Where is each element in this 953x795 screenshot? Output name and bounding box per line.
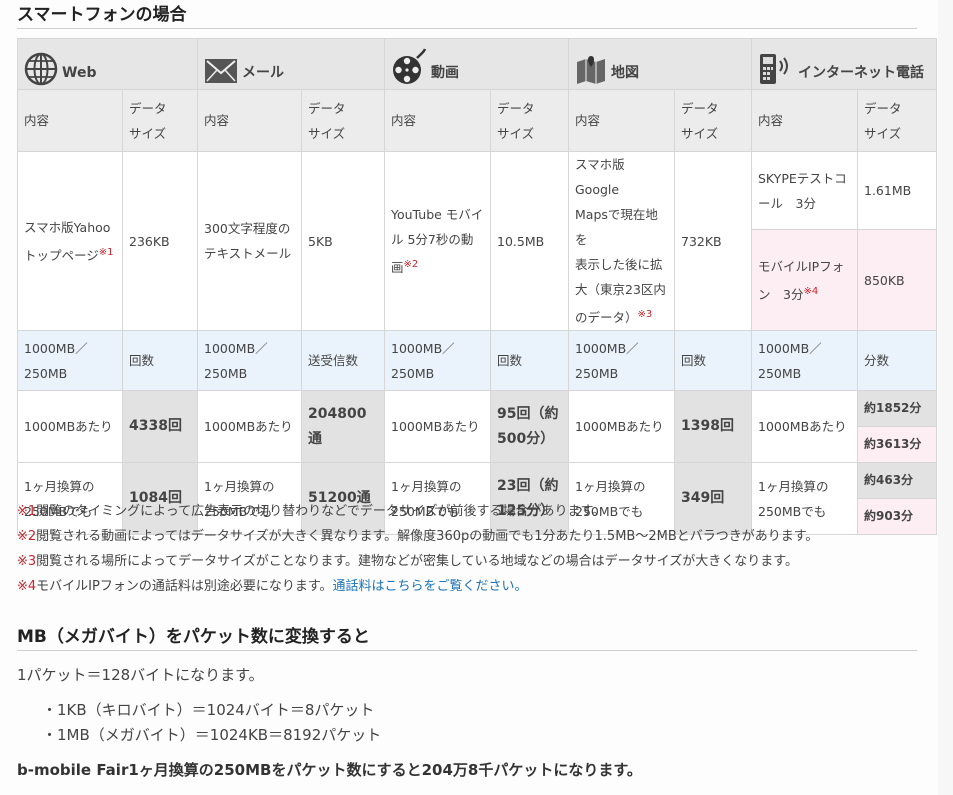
plan-unit: 回数: [674, 330, 752, 392]
per-1000mb-label: 1000MBあたり: [197, 390, 302, 464]
data-usage-table: Web メール 動画 地図 インターネット電話 内容 データ サイズ 内容 デー…: [17, 38, 937, 536]
per-1000mb-row: 1000MBあたり 4338回 1000MBあたり 204800 通 1000MB…: [17, 390, 937, 464]
category-label: 動画: [431, 65, 459, 81]
column-header-row: 内容 データ サイズ 内容 データ サイズ 内容 データ サイズ 内容 データ サイズ …: [17, 89, 937, 152]
per-1000mb-label: 1000MBあたり: [751, 390, 858, 464]
per-1000mb-phone-mobileip: 約3613分: [857, 426, 937, 464]
conversion-item: ・1KB（キロバイト）＝1024バイト＝8パケット: [42, 701, 375, 719]
map-icon: [577, 56, 605, 84]
phone-skype-content: SKYPEテストコ ール 3分: [751, 150, 858, 231]
monthly-phone-mobileip: 約903分: [857, 498, 937, 536]
footnote: ※2閲覧される動画によってはデータサイズが大きく異なります。解像度360pの動画…: [17, 529, 819, 544]
per-1000mb-phone-skype: 約1852分: [857, 390, 937, 428]
plan-label: 1000MB／ 250MB: [17, 330, 123, 392]
footnote: ※1閲覧のタイミングによって広告表示の切り替わりなどでデータサイズが前後する場合…: [17, 504, 606, 519]
plan-label: 1000MB／ 250MB: [197, 330, 302, 392]
web-size: 236KB: [122, 150, 198, 332]
plan-unit: 分数: [857, 330, 937, 392]
web-content: スマホ版Yahoo トップページ※1: [17, 150, 123, 332]
page: スマートフォンの場合 Web メール 動画 地図 インターネット電話 内容 デー…: [0, 0, 938, 795]
per-1000mb-video: 95回（約 500分）: [490, 390, 569, 464]
video-size: 10.5MB: [490, 150, 569, 332]
content-header: 内容: [384, 89, 491, 152]
category-video: 動画: [384, 38, 569, 90]
footnote: ※4モバイルIPフォンの通話料は別途必要になります。通話料はこちらをご覧ください…: [17, 579, 528, 594]
per-1000mb-label: 1000MBあたり: [17, 390, 123, 464]
size-header: データ サイズ: [490, 89, 569, 152]
per-1000mb-label: 1000MBあたり: [384, 390, 491, 464]
content-header: 内容: [197, 89, 302, 152]
category-map: 地図: [568, 38, 752, 90]
category-label: Web: [62, 65, 97, 81]
per-1000mb-web: 4338回: [122, 390, 198, 464]
mail-size: 5KB: [301, 150, 385, 332]
call-rate-link[interactable]: 通話料はこちらをご覧ください。: [333, 579, 528, 594]
film-reel-icon: [393, 48, 427, 84]
mail-content: 300文字程度の テキストメール: [197, 150, 302, 332]
content-row: スマホ版Yahoo トップページ※1 236KB 300文字程度の テキストメール …: [17, 150, 937, 332]
footnotes: ※1閲覧のタイミングによって広告表示の切り替わりなどでデータサイズが前後する場合…: [17, 499, 818, 599]
map-content: スマホ版Google Mapsで現在地を 表示した後に拡 大（東京23区内 のデータ）※…: [568, 150, 675, 332]
size-header: データ サイズ: [674, 89, 752, 152]
conversion-title: MB（メガバイト）をパケット数に変換すると: [17, 624, 917, 651]
category-label: 地図: [611, 65, 639, 81]
per-1000mb-label: 1000MBあたり: [568, 390, 675, 464]
plan-unit: 送受信数: [301, 330, 385, 392]
video-content: YouTube モバイル 5分7秒の動 画※2: [384, 150, 491, 332]
map-size: 732KB: [674, 150, 752, 332]
phone-skype-size: 1.61MB: [857, 150, 937, 231]
plan-unit: 回数: [122, 330, 198, 392]
plan-label: 1000MB／ 250MB: [384, 330, 491, 392]
category-label: インターネット電話: [798, 65, 924, 81]
size-header: データ サイズ: [122, 89, 198, 152]
category-web: Web: [17, 38, 198, 90]
conversion-intro: 1パケット＝128バイトになります。: [17, 666, 264, 684]
plan-label: 1000MB／ 250MB: [751, 330, 858, 392]
content-header: 内容: [17, 89, 123, 152]
conversion-summary: b-mobile Fair1ヶ月換算の250MBをパケット数にすると204万8千…: [17, 761, 642, 779]
category-header-row: Web メール 動画 地図 インターネット電話: [17, 38, 937, 90]
size-header: データ サイズ: [857, 89, 937, 152]
category-phone: インターネット電話: [751, 38, 937, 90]
per-1000mb-map: 1398回: [674, 390, 752, 464]
category-label: メール: [242, 65, 284, 81]
size-header: データ サイズ: [301, 89, 385, 152]
conversion-item: ・1MB（メガバイト）＝1024KB＝8192パケット: [42, 726, 382, 744]
phone-icon: [760, 54, 788, 84]
footnote: ※3閲覧される場所によってデータサイズがことなります。建物などが密集している地域…: [17, 554, 798, 569]
section-title: スマートフォンの場合: [17, 4, 917, 29]
envelope-icon: [205, 59, 237, 83]
globe-icon: [24, 52, 58, 86]
monthly-phone-skype: 約463分: [857, 462, 937, 500]
plan-row: 1000MB／ 250MB 回数 1000MB／ 250MB 送受信数 1000MB…: [17, 330, 937, 392]
plan-unit: 回数: [490, 330, 569, 392]
per-1000mb-mail: 204800 通: [301, 390, 385, 464]
content-header: 内容: [751, 89, 858, 152]
plan-label: 1000MB／ 250MB: [568, 330, 675, 392]
content-header: 内容: [568, 89, 675, 152]
monthly-row: 1ヶ月換算の 250MBでも 1084回 1ヶ月換算の 250MBでも 51200通…: [17, 462, 937, 536]
phone-mobileip-content: モバイルIPフォン 3分※4: [751, 229, 858, 332]
phone-mobileip-size: 850KB: [857, 229, 937, 332]
category-mail: メール: [197, 38, 385, 90]
